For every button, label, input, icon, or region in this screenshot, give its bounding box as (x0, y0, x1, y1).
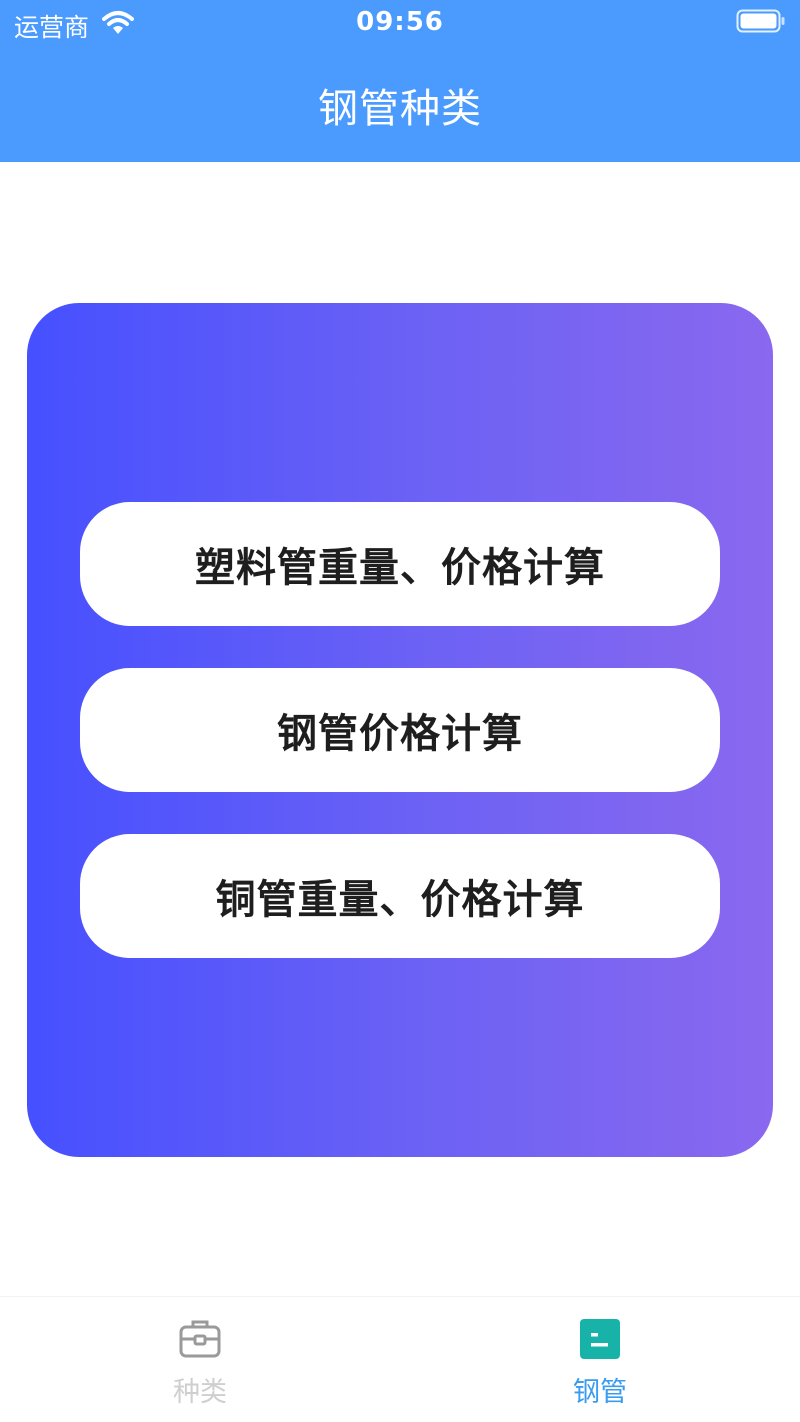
document-icon (580, 1319, 620, 1359)
tab-steel-pipe[interactable]: 钢管 (400, 1297, 800, 1422)
plastic-pipe-calc-button[interactable]: 塑料管重量、价格计算 (80, 502, 720, 626)
header: 运营商 09:56 钢管种类 (0, 0, 800, 162)
status-bar: 运营商 09:56 (0, 0, 800, 44)
toolbox-icon (179, 1320, 221, 1358)
tab-steel-pipe-label: 钢管 (573, 1377, 627, 1408)
page-title: 钢管种类 (318, 86, 482, 132)
tab-bar: 种类 钢管 (0, 1296, 800, 1422)
tab-types-label: 种类 (173, 1377, 227, 1408)
battery-icon (736, 9, 785, 33)
steel-pipe-price-button[interactable]: 钢管价格计算 (80, 668, 720, 792)
copper-pipe-calc-button[interactable]: 铜管重量、价格计算 (80, 834, 720, 958)
status-time: 09:56 (356, 7, 444, 37)
calculator-card: 塑料管重量、价格计算 钢管价格计算 铜管重量、价格计算 (27, 303, 773, 1157)
tab-types[interactable]: 种类 (0, 1297, 400, 1422)
